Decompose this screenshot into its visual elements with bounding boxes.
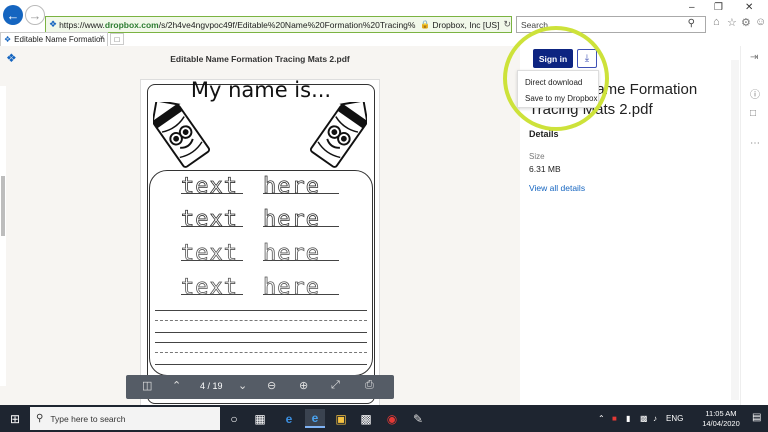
close-tab-icon[interactable]: ×: [99, 33, 104, 42]
dropbox-icon: ❖: [4, 35, 12, 44]
sidebar-icon[interactable]: ◫: [142, 379, 152, 392]
volume-icon[interactable]: ♪: [653, 414, 657, 423]
notifications-icon[interactable]: ▤: [752, 412, 761, 423]
tab-dropbox[interactable]: ❖ Editable Name Formation T... ×: [0, 32, 108, 46]
print-icon[interactable]: ⎙: [365, 379, 374, 392]
highlight-annotation: [503, 26, 609, 131]
network-icon[interactable]: ▩: [640, 414, 648, 423]
crayon-illustration: [309, 102, 367, 168]
chrome-icon[interactable]: ◉: [382, 409, 402, 428]
dropbox-icon: ❖: [49, 19, 58, 29]
zoom-out-icon[interactable]: ⊖: [267, 379, 276, 392]
gear-icon[interactable]: ⚙: [741, 16, 751, 29]
pdf-page: My name is... text here text here text h…: [140, 79, 380, 409]
tracing-word: here: [263, 174, 320, 200]
chevron-up-icon[interactable]: ⌃: [172, 379, 181, 392]
pdf-viewer: ❖ Editable Name Formation Tracing Mats 2…: [0, 46, 520, 409]
file-explorer-icon[interactable]: ▣: [331, 409, 351, 428]
search-icon: ⚲: [36, 413, 44, 424]
cortana-icon[interactable]: ○: [224, 409, 244, 428]
certificate-label[interactable]: Dropbox, Inc [US]: [432, 20, 499, 30]
forward-arrow-icon[interactable]: →: [25, 5, 45, 25]
lock-icon[interactable]: 🔒: [420, 20, 430, 29]
edge-icon[interactable]: e: [279, 409, 299, 428]
windows-icon[interactable]: ⊞: [0, 405, 30, 432]
chevron-down-icon[interactable]: ⌄: [238, 379, 247, 392]
info-icon[interactable]: ⓘ: [750, 86, 760, 101]
viewer-scrollbar[interactable]: [0, 86, 6, 386]
comment-icon[interactable]: □: [750, 108, 756, 119]
size-label: Size: [529, 152, 545, 161]
panel-scrollbar[interactable]: [731, 60, 739, 400]
tab-strip: ❖ Editable Name Formation T... × □: [0, 32, 768, 46]
new-tab-button[interactable]: □: [110, 33, 124, 45]
tray-chevron-icon[interactable]: ⌃: [598, 414, 605, 423]
view-all-details-link[interactable]: View all details: [529, 183, 585, 193]
worksheet-heading: My name is...: [190, 79, 332, 102]
back-arrow-icon[interactable]: ←: [3, 5, 23, 25]
tracing-word: here: [263, 241, 320, 267]
tracing-word: text: [181, 207, 238, 233]
refresh-icon[interactable]: ↻: [503, 19, 511, 30]
tracing-word: here: [263, 207, 320, 233]
url-text[interactable]: https://www.dropbox.com/s/2h4ve4ngvpoc49…: [59, 20, 416, 30]
taskbar-search-input[interactable]: ⚲ Type here to search: [30, 407, 220, 430]
ie-icon[interactable]: e: [305, 409, 325, 428]
collapse-arrow-icon[interactable]: ⇥: [750, 52, 758, 63]
size-value: 6.31 MB: [529, 164, 561, 174]
battery-icon[interactable]: ▮: [626, 414, 630, 423]
windows-taskbar: ⊞ ⚲ Type here to search ○ ▦ e e ▣ ▩ ◉ ✎ …: [0, 405, 768, 432]
zoom-in-icon[interactable]: ⊕: [299, 379, 308, 392]
tracing-word: here: [263, 275, 320, 301]
tracing-word: text: [181, 241, 238, 267]
system-clock[interactable]: 11:05 AM 14/04/2020: [700, 409, 742, 429]
store-icon[interactable]: ▩: [356, 409, 376, 428]
tracing-word: text: [181, 174, 238, 200]
language-indicator[interactable]: ENG: [666, 414, 683, 423]
pdf-toolbar: ◫ ⌃ 4 / 19 ⌄ ⊖ ⊕ ⤢ ⎙: [126, 375, 394, 399]
close-window-button[interactable]: ✕: [745, 2, 753, 13]
side-rail: ⇥ ⓘ □ ⋯: [740, 46, 768, 405]
smiley-icon[interactable]: ☺: [755, 16, 766, 28]
paint-icon[interactable]: ✎: [408, 409, 428, 428]
minimize-button[interactable]: –: [689, 2, 695, 13]
page-indicator[interactable]: 4 / 19: [200, 381, 223, 391]
restore-button[interactable]: ❐: [714, 2, 723, 13]
more-icon[interactable]: ⋯: [750, 138, 760, 149]
taskview-icon[interactable]: ▦: [250, 409, 270, 428]
tracing-area: [149, 170, 373, 376]
star-icon[interactable]: ☆: [727, 16, 737, 29]
tracing-word: text: [181, 275, 238, 301]
fullscreen-icon[interactable]: ⤢: [331, 379, 340, 392]
home-icon[interactable]: ⌂: [713, 16, 720, 28]
search-icon[interactable]: ⚲: [688, 18, 695, 29]
crayon-illustration: [153, 102, 211, 168]
document-title: Editable Name Formation Tracing Mats 2.p…: [170, 54, 350, 64]
address-bar[interactable]: ❖ https://www.dropbox.com/s/2h4ve4ngvpoc…: [45, 16, 512, 33]
tray-app-icon[interactable]: ■: [612, 414, 617, 423]
tab-title: Editable Name Formation T...: [14, 35, 108, 44]
